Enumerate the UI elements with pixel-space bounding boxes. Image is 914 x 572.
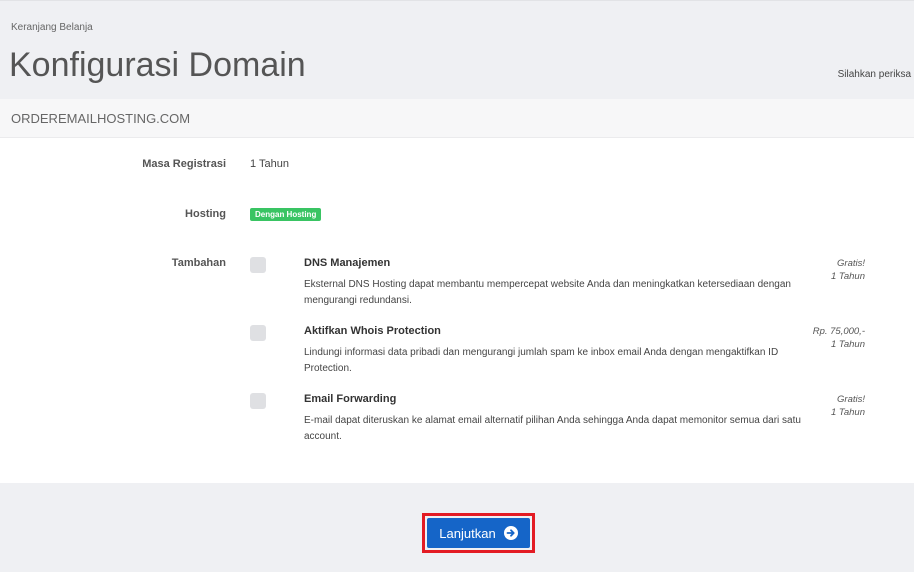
hosting-label: Hosting bbox=[185, 208, 226, 220]
addon-price-amount: Rp. 75,000,- bbox=[812, 326, 865, 337]
addon-title: DNS Manajemen bbox=[304, 257, 391, 269]
addon-price: Rp. 75,000,- 1 Tahun bbox=[813, 325, 865, 351]
addon-checkbox-email-forwarding[interactable] bbox=[250, 393, 266, 409]
registration-period-label: Masa Registrasi bbox=[142, 158, 226, 170]
addon-price-period: 1 Tahun bbox=[831, 407, 865, 418]
top-border bbox=[0, 0, 914, 1]
hosting-status-badge: Dengan Hosting bbox=[250, 208, 322, 221]
addon-description: E-mail dapat diteruskan ke alamat email … bbox=[304, 415, 801, 442]
domain-config-panel: ORDEREMAILHOSTING.COM Masa Registrasi 1 … bbox=[0, 99, 914, 483]
addons-label: Tambahan bbox=[171, 257, 226, 269]
addon-checkbox-whois-protection[interactable] bbox=[250, 325, 266, 341]
addon-price: Gratis! 1 Tahun bbox=[831, 257, 865, 283]
page-title: Konfigurasi Domain bbox=[9, 46, 306, 84]
addon-dns-management: DNS Manajemen Eksternal DNS Hosting dapa… bbox=[250, 257, 870, 307]
addon-price-period: 1 Tahun bbox=[831, 339, 865, 350]
addon-description: Lindungi informasi data pribadi dan meng… bbox=[304, 347, 779, 374]
addon-whois-protection: Aktifkan Whois Protection Lindungi infor… bbox=[250, 325, 870, 375]
domain-name: ORDEREMAILHOSTING.COM bbox=[11, 111, 191, 126]
arrow-circle-right-icon bbox=[503, 526, 518, 540]
addon-price-period: 1 Tahun bbox=[831, 271, 865, 282]
addon-email-forwarding: Email Forwarding E-mail dapat diteruskan… bbox=[250, 393, 870, 443]
addon-description: Eksternal DNS Hosting dapat membantu mem… bbox=[304, 279, 791, 306]
continue-button[interactable]: Lanjutkan bbox=[427, 518, 530, 548]
breadcrumb[interactable]: Keranjang Belanja bbox=[11, 22, 93, 33]
addon-price-amount: Gratis! bbox=[837, 394, 865, 405]
addon-price-amount: Gratis! bbox=[837, 258, 865, 269]
continue-button-label: Lanjutkan bbox=[439, 525, 496, 541]
addon-title: Aktifkan Whois Protection bbox=[304, 325, 441, 337]
page-subtitle: Silahkan periksa bbox=[837, 69, 911, 80]
panel-header: ORDEREMAILHOSTING.COM bbox=[0, 99, 914, 138]
addon-price: Gratis! 1 Tahun bbox=[831, 393, 865, 419]
addon-title: Email Forwarding bbox=[304, 393, 397, 405]
registration-period-value: 1 Tahun bbox=[250, 158, 289, 170]
addon-checkbox-dns-management[interactable] bbox=[250, 257, 266, 273]
